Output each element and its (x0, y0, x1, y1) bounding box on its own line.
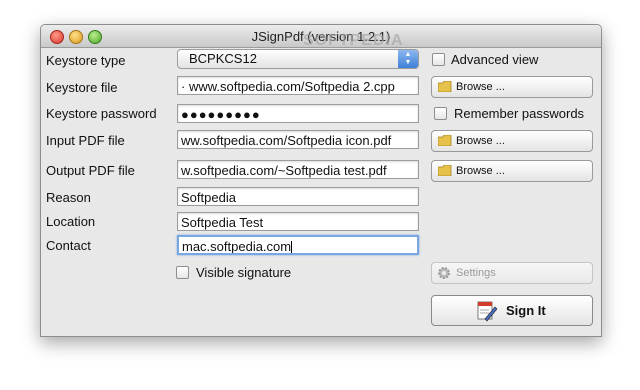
keystore-file-label: Keystore file (46, 80, 118, 95)
settings-label: Settings (456, 267, 496, 279)
output-pdf-value: w.softpedia.com/~Softpedia test.pdf (181, 163, 387, 178)
keystore-password-field[interactable]: ●●●●●●●●● (177, 104, 419, 123)
input-pdf-value: ww.softpedia.com/Softpedia icon.pdf (181, 133, 392, 148)
reason-value: Softpedia (181, 190, 236, 205)
pen-icon (477, 301, 498, 322)
remember-passwords-label: Remember passwords (454, 106, 585, 121)
advanced-view-checkbox[interactable] (432, 53, 445, 66)
advanced-view-label: Advanced view (451, 52, 539, 67)
folder-icon (438, 135, 452, 146)
sign-it-button[interactable]: Sign It (431, 295, 593, 326)
visible-signature-label: Visible signature (196, 265, 292, 280)
browse-output-pdf-button[interactable]: Browse ... (431, 160, 593, 182)
sign-it-label: Sign It (506, 303, 546, 318)
keystore-password-label: Keystore password (46, 106, 157, 121)
watermark: SOFTPEDIA (303, 32, 404, 49)
keystore-type-label: Keystore type (46, 53, 126, 68)
contact-value: mac.softpedia.com (182, 239, 292, 254)
gear-icon (438, 267, 450, 279)
browse-keystore-label: Browse ... (456, 81, 505, 93)
text-caret (291, 240, 293, 253)
settings-button[interactable]: Settings (431, 262, 593, 284)
keystore-type-value: BCPKCS12 (189, 51, 257, 66)
folder-icon (438, 81, 452, 92)
remember-passwords-checkbox[interactable] (434, 107, 447, 120)
location-value: Softpedia Test (181, 215, 264, 230)
input-pdf-field[interactable]: ww.softpedia.com/Softpedia icon.pdf (177, 130, 419, 149)
jsignpdf-window: JSignPdf (version 1.2.1) SOFTPEDIA Keyst… (40, 24, 602, 337)
keystore-password-value: ●●●●●●●●● (181, 107, 261, 122)
output-pdf-field[interactable]: w.softpedia.com/~Softpedia test.pdf (177, 160, 419, 179)
visible-signature-checkbox[interactable] (176, 266, 189, 279)
keystore-file-value: · www.softpedia.com/Softpedia 2.cpp (181, 79, 395, 94)
title-bar[interactable]: JSignPdf (version 1.2.1) SOFTPEDIA (41, 25, 601, 49)
input-pdf-label: Input PDF file (46, 133, 125, 148)
browse-output-pdf-label: Browse ... (456, 165, 505, 177)
location-label: Location (46, 214, 96, 229)
keystore-type-select[interactable]: BCPKCS12 ▲ ▼ (177, 49, 419, 69)
contact-field[interactable]: mac.softpedia.com (177, 235, 419, 255)
select-arrows-icon: ▲ ▼ (398, 50, 418, 68)
browse-keystore-button[interactable]: Browse ... (431, 76, 593, 98)
reason-label: Reason (46, 190, 91, 205)
folder-icon (438, 165, 452, 176)
output-pdf-label: Output PDF file (46, 163, 135, 178)
browse-input-pdf-button[interactable]: Browse ... (431, 130, 593, 152)
reason-field[interactable]: Softpedia (177, 187, 419, 206)
contact-label: Contact (46, 238, 91, 253)
keystore-file-field[interactable]: · www.softpedia.com/Softpedia 2.cpp (177, 76, 419, 95)
browse-input-pdf-label: Browse ... (456, 135, 505, 147)
location-field[interactable]: Softpedia Test (177, 212, 419, 231)
